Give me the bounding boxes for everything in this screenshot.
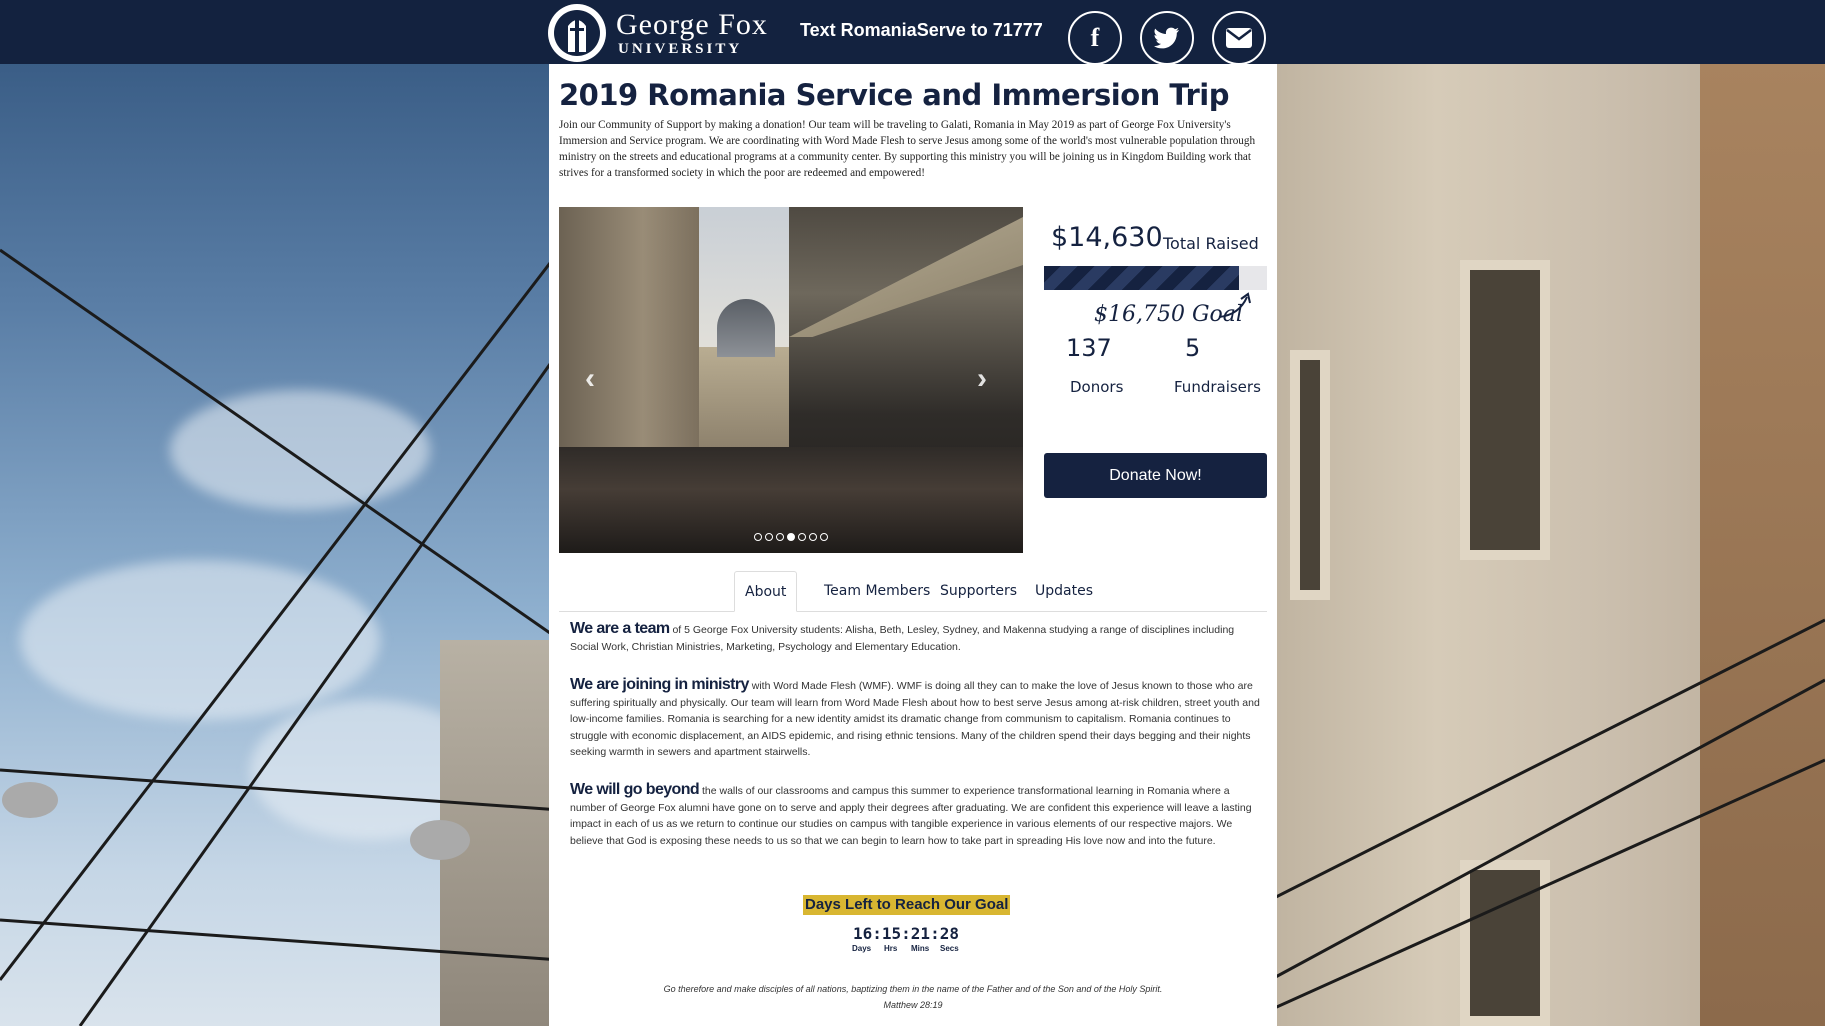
- fundraiser-count: 5: [1185, 334, 1201, 362]
- university-logo[interactable]: George Fox UNIVERSITY: [548, 4, 768, 62]
- carousel-dot[interactable]: [809, 533, 817, 541]
- photo-carousel[interactable]: ‹ ›: [559, 207, 1023, 553]
- countdown-unit-hours: Hrs: [884, 944, 898, 953]
- tab-team-members[interactable]: Team Members: [814, 571, 940, 612]
- about-lead: We will go beyond: [570, 781, 700, 798]
- progress-bar: [1044, 266, 1267, 290]
- carousel-dot[interactable]: [754, 533, 762, 541]
- campaign-panel: 2019 Romania Service and Immersion Trip …: [549, 64, 1277, 1026]
- about-body: of 5 George Fox University students: Ali…: [570, 624, 1235, 653]
- logo-subname: UNIVERSITY: [618, 40, 743, 57]
- about-paragraph-team: We are a team of 5 George Fox University…: [570, 620, 1260, 655]
- about-lead: We are joining in ministry: [570, 676, 749, 693]
- facebook-button[interactable]: f: [1068, 11, 1122, 65]
- countdown-unit-minutes: Mins: [911, 944, 930, 953]
- countdown-unit-seconds: Secs: [940, 944, 959, 953]
- tab-updates[interactable]: Updates: [1025, 571, 1103, 612]
- email-icon: [1226, 28, 1252, 48]
- tab-bar: About Team Members Supporters Updates: [559, 571, 1267, 612]
- verse-text: Go therefore and make disciples of all n…: [663, 984, 1163, 994]
- page-title: 2019 Romania Service and Immersion Trip: [559, 78, 1230, 112]
- logo-name: George Fox: [616, 7, 768, 41]
- text-to-give: Text RomaniaServe to 71777: [800, 20, 1043, 40]
- carousel-dot[interactable]: [765, 533, 773, 541]
- verse-reference: Matthew 28:19: [883, 1000, 943, 1010]
- about-lead: We are a team: [570, 620, 670, 637]
- logo-seal-icon: [548, 4, 606, 62]
- twitter-button[interactable]: [1140, 11, 1194, 65]
- countdown-unit-days: Days: [852, 944, 872, 953]
- about-paragraph-ministry: We are joining in ministry with Word Mad…: [570, 676, 1260, 761]
- carousel-dot[interactable]: [787, 533, 795, 541]
- donor-label: Donors: [1070, 378, 1124, 396]
- carousel-photo-dome: [717, 299, 775, 357]
- fundraiser-label: Fundraisers: [1174, 378, 1261, 396]
- carousel-next-icon[interactable]: ›: [977, 362, 987, 396]
- intro-text: Join our Community of Support by making …: [559, 119, 1256, 179]
- carousel-dot[interactable]: [776, 533, 784, 541]
- goal-arrow-icon: [1218, 292, 1251, 318]
- carousel-dot[interactable]: [820, 533, 828, 541]
- carousel-dot[interactable]: [798, 533, 806, 541]
- carousel-indicators: [754, 533, 828, 541]
- top-bar: George Fox UNIVERSITY Text RomaniaServe …: [0, 0, 1825, 65]
- countdown-timer: 16:15:21:28: [853, 924, 959, 943]
- countdown-label: Days Left to Reach Our Goal: [803, 895, 1011, 915]
- about-paragraph-beyond: We will go beyond the walls of our class…: [570, 781, 1260, 849]
- donor-count: 137: [1066, 334, 1112, 362]
- tab-about[interactable]: About: [734, 571, 798, 612]
- total-raised-amount: $14,630: [1051, 222, 1163, 253]
- carousel-prev-icon[interactable]: ‹: [585, 362, 595, 396]
- facebook-icon: f: [1090, 23, 1100, 52]
- twitter-icon: [1154, 27, 1179, 49]
- email-button[interactable]: [1212, 11, 1266, 65]
- progress-bar-fill: [1044, 266, 1239, 290]
- tab-supporters[interactable]: Supporters: [930, 571, 1027, 612]
- bible-verse: Go therefore and make disciples of all n…: [549, 981, 1277, 1013]
- total-raised-label: Total Raised: [1163, 234, 1259, 253]
- donate-button[interactable]: Donate Now!: [1044, 453, 1267, 498]
